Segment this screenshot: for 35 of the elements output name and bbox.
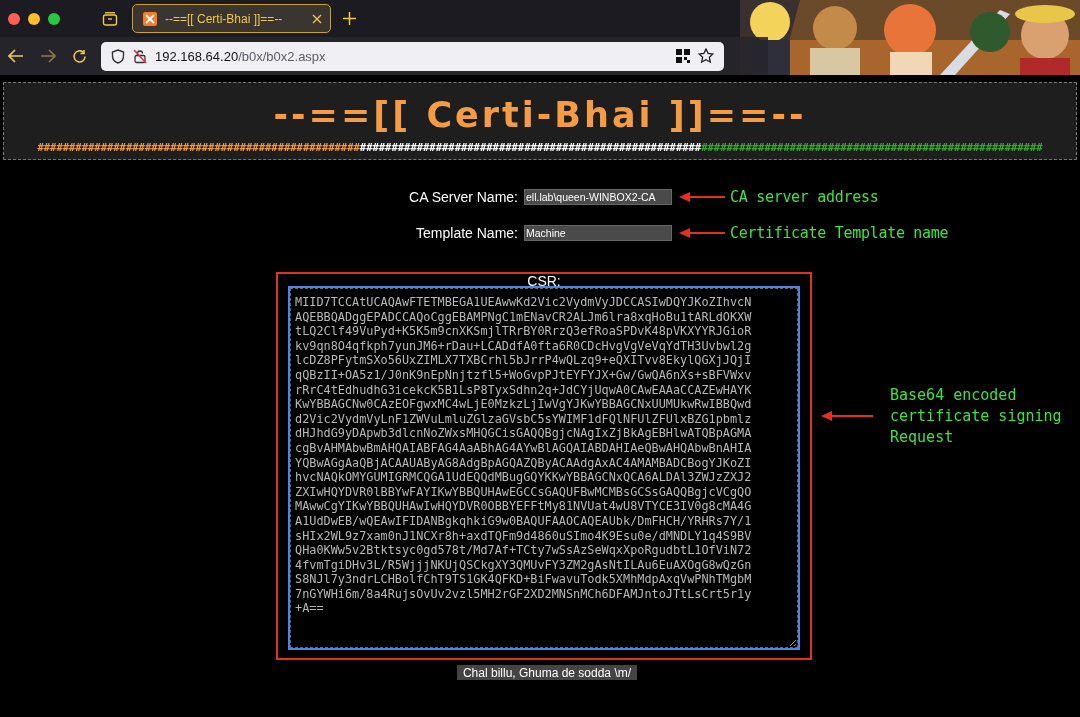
forward-icon[interactable] [40,49,56,63]
annotation: Certificate Template name [730,224,950,242]
site-title: --==[[ Certi-Bhai ]]==-- [273,94,807,137]
new-tab-icon[interactable] [343,12,356,25]
input-field[interactable]: Machine [524,225,672,241]
annotation: CA server address [730,188,880,206]
field-label: CA Server Name: [409,189,518,205]
app-favicon-icon [143,11,157,26]
field-label: CSR: [527,274,561,288]
submit-button[interactable]: Chal billu, Ghuma de sodda \m/ [456,665,638,680]
url-path: /b0x/b0x2.aspx [238,48,326,64]
window-control-icon[interactable] [48,12,60,25]
arrow-icon [821,411,873,421]
address-bar[interactable]: 192.168.64.20/b0x/b0x2.aspx [101,41,724,71]
bookmark-star-icon[interactable] [698,48,714,64]
reload-icon[interactable] [72,48,87,64]
tab-overview-icon[interactable] [102,10,118,27]
hash-rule: ###################################################### [359,141,702,153]
input-field[interactable]: ell.lab\queen-WINBOX2-CA [524,189,672,205]
insecure-lock-icon[interactable] [133,48,147,64]
annotation: Base64 encoded certificate signing Request [890,384,1063,448]
csr-field[interactable]: MIID7TCCAtUCAQAwFTETMBEGA1UEAwwKd2Vic2VydmVyJDCCASIwDQYJKoZIhvcN AQEBBQADggEPADCCAQoCggEBAMPNgC1mENavCR2ALJm6lra8xqHoBu1tARLdOKXW tLQ2Clf49VuPyd+K5K5m9cnXKSmjlTRrBY0RrzQ3efRoaSPDvK48pVKXYYRJGioR kv9qn8O4qfkph7yunJM6+rDau+LCADdfA0fta6R0CDcHvgVgVeVqYdTH3Uvbwl2g lcDZ8PFytmSXo56UxZIMLX7TXBCrhl5bJrrP4wQLzq9+eQXITvv8EkylQGXjJQjI qQBzII+OA5z1/J0nK9nEpNnjtzfl5+WoGvpPJtEYFYJX+Gw/GwQA6nXs+sBFVWxv rRrC4tEdhudhG3icekcK5B1LsP8TyxSdhn2q+JdCYjUqwA0CAwEAAaCCAZEwHAYK KwYBBAGCNw0CAzEOFgwxMC4wLjE0MzkzLjIwVgYJKwYBBAGCNxUUMUkwRwIBBQwd d2Vic2VydmVyLnF1ZWVuLmluZGlzaGVsbC5sYWIMF1dFQlNFUlZFUlxBZG1pbmlz dHJhdG9yDApwb3dlcnNoZWxsMHQGCisGAQQBgjcNAgIxZjBkAgEBHlwATQBpAGMA cgBvAHMAbwBmAHQAIABFAG4AaABhAG4AYwBlAGQAIABDAHIAeQBwAHQAbwBnAHIA YQBwAGgAaQBjACAAUAByAG8AdgBpAGQAZQByACAAdgAxAC4AMAMBADCBogYJKoZI hvcNAQkOMYGUMIGRMCQGA1UdEQQdMBugGQYKKwYBBAGCNxQCA6ALDAl3ZWJzZXJ2 ZXIwHQYDVR0lBBYwFAYIKwYBBQUHAwEGCCsGAQUFBwMCMBsGCSsGAQQBgjcVCgQO MAwwCgYIKwYBBQUHAwIwHQYDVR0OBBYEFFtMy81NVUat4wU8VTYCE3IV0g8cMA4G A1UdDwEB/wQEAwIFIDANBgkqhkiG9w0BAQUFAAOCAQEAUbk/DmFHCH/YRHRs7Y/1 sHIx2WL9z7xam0nJ1NCXr8h+axdTQFm9d4860uSImo4K9Esu0e/dMNDLY1q4S9BV QHa0KWw5v2Btktsyc0gd578t/Md7Af+TCty7wSsAzSeWqxXpoRgudbtL1OfViN72 4fvmTgiDHv3L/R5WjjjNKUjQSCkgXY3QMUvFY3ZM2gAsNtILAu6EuAXOgG8wQzGn S8NJl7y3ndrLCHBolfChT9TS1GK4QFKD+BiFwavuTodk5XMhMdpAxqVwPNhTMgbM 7nGYWHi6m/8a4RujsOvUv2vzl5MH2rGF2XD2MNSnMCh6DFAMJntoJTtLsCrt5r1y +A== [290,288,798,648]
extensions-icon[interactable] [676,49,690,63]
hash-rule: ################################################### [37,141,360,153]
arrow-icon [679,228,725,238]
window-control-icon[interactable] [28,12,40,25]
url-host: 192.168.64.20 [155,48,239,64]
close-icon[interactable] [312,13,322,24]
browser-tab[interactable]: --==[[ Certi-Bhai ]]==-- [132,4,331,33]
hash-rule: ###################################################### [701,141,1043,153]
arrow-icon [679,192,725,202]
shield-icon[interactable] [111,48,125,64]
field-label: Template Name: [416,225,518,241]
window-control-icon[interactable] [8,12,20,25]
back-icon[interactable] [8,49,24,63]
